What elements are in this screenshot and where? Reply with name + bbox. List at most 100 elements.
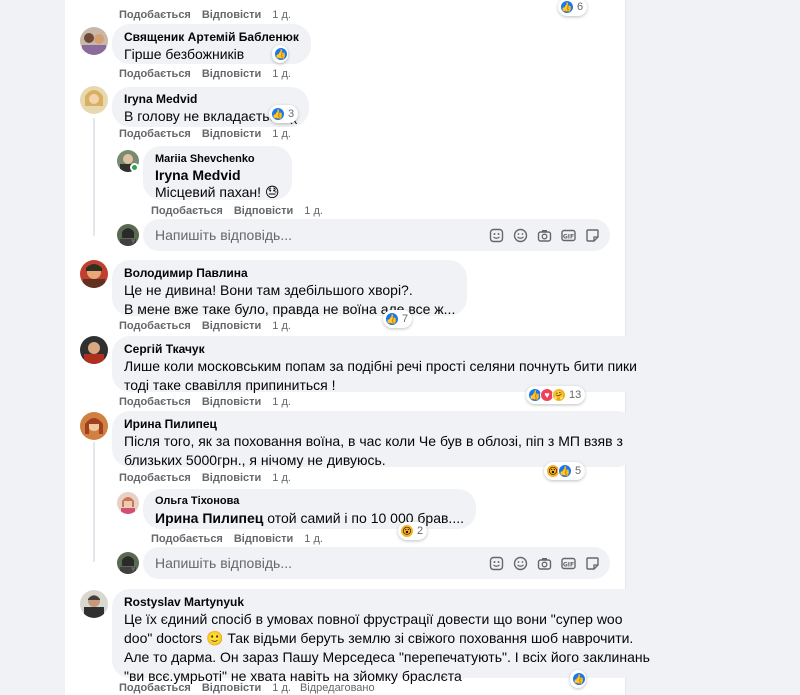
thread-line [93,118,95,236]
like-link[interactable]: Подобається [151,205,223,217]
reply-link[interactable]: Відповісти [202,320,261,332]
timestamp[interactable]: 1 д. [272,396,291,408]
avatar[interactable] [80,336,108,364]
emoji-icon[interactable] [512,227,528,243]
comment-bubble: Mariia Shevchenko Iryna Medvid Місцевий … [143,146,292,200]
avatar-sticker-icon[interactable] [488,227,504,243]
reply-link[interactable]: Відповісти [202,682,261,694]
timestamp[interactable]: 1 д. [272,9,291,21]
avatar[interactable] [80,412,108,440]
reaction-count: 3 [288,108,295,120]
camera-icon[interactable] [536,227,552,243]
svg-text:GIF: GIF [562,233,573,240]
avatar-image-icon [80,590,108,618]
reaction-summary[interactable]: 😮 2 [398,522,428,540]
reply-box[interactable]: Напишіть відповідь... GIF [143,219,610,251]
comment-text-line: doo" doctors 🙂 Так відьми беруть землю з… [124,630,634,646]
avatar-image-icon [80,27,108,55]
reaction-summary[interactable]: 👍 ♥ 🤗 13 [526,386,586,404]
care-reaction-icon: 🤗 [552,388,566,402]
reaction-summary[interactable]: 👍 7 [383,310,413,328]
like-reaction-icon: 👍 [572,672,586,686]
comment-text-line: Після того, як за поховання воїна, в час… [124,433,623,449]
reply-link[interactable]: Відповісти [202,472,261,484]
comment-text: отой самий і по 10 000 брав.... [267,510,464,526]
avatar[interactable] [80,260,108,288]
comment-bubble: Ирина Пилипец Після того, як за похованн… [112,411,635,468]
timestamp[interactable]: 1 д. [272,128,291,140]
timestamp[interactable]: 1 д. [272,68,291,80]
reply-link[interactable]: Відповісти [202,128,261,140]
comment-author[interactable]: Ирина Пилипец [124,417,623,432]
comment-text-line: Це не дивина! Вони там здебільшого хворі… [124,282,413,298]
like-link[interactable]: Подобається [119,9,191,21]
timestamp[interactable]: 1 д. [272,320,291,332]
timestamp[interactable]: 1 д. [304,533,323,545]
comment-actions: Подобається Відповісти 1 д. [119,320,302,333]
reaction-summary[interactable]: 👍 3 [269,105,299,123]
reply-link[interactable]: Відповісти [202,396,261,408]
comment-text: Місцевий пахан! 😓 [155,184,280,200]
comment-author[interactable]: Mariia Shevchenko [155,152,280,167]
comment-author[interactable]: Rostyslav Martynyuk [124,595,650,610]
avatar[interactable] [80,86,108,114]
reaction-summary[interactable]: 😮 👍 5 [544,462,586,480]
comment-bubble: Володимир Павлина Це не дивина! Вони там… [112,260,468,317]
like-link[interactable]: Подобається [119,320,191,332]
reaction-summary[interactable]: 👍 6 [558,0,588,16]
reaction-count: 13 [569,389,582,401]
comment-author[interactable]: Сергій Ткачук [124,342,637,357]
comment-actions: Подобається Відповісти 1 д. [119,128,302,141]
reply-link[interactable]: Відповісти [202,9,261,21]
avatar[interactable] [117,492,139,514]
like-link[interactable]: Подобається [119,682,191,694]
timestamp[interactable]: 1 д. [272,472,291,484]
reply-link[interactable]: Відповісти [202,68,261,80]
reaction-count: 7 [402,313,409,325]
chevron-down-icon[interactable]: ▾ [131,564,136,575]
like-link[interactable]: Подобається [119,396,191,408]
comment-mention[interactable]: Ирина Пилипец [155,510,263,526]
comment-actions: Подобається Відповісти 1 д. [119,396,302,409]
comment-author[interactable]: Священик Артемій Бабленюк [124,30,299,45]
timestamp[interactable]: 1 д. [304,205,323,217]
avatar-image-icon [80,86,108,114]
avatar[interactable] [80,27,108,55]
avatar[interactable] [80,590,108,618]
reply-input[interactable]: Напишіть відповідь... [155,555,488,571]
online-status-icon [130,163,139,172]
comment-actions: Подобається Відповісти 1 д. [119,472,302,485]
thread-line [93,442,95,562]
like-link[interactable]: Подобається [151,533,223,545]
comment-mention[interactable]: Iryna Medvid [155,167,280,184]
like-link[interactable]: Подобається [119,128,191,140]
sticker-icon[interactable] [584,555,600,571]
reply-input[interactable]: Напишіть відповідь... [155,227,488,243]
chevron-down-icon[interactable]: ▾ [131,236,136,247]
edited-label: Відредаговано [299,682,375,694]
reply-box[interactable]: Напишіть відповідь... GIF [143,547,610,579]
like-link[interactable]: Подобається [119,68,191,80]
gif-icon[interactable]: GIF [560,227,576,243]
reply-link[interactable]: Відповісти [234,533,293,545]
comment-author[interactable]: Ольга Тіхонова [155,494,464,509]
gif-icon[interactable]: GIF [560,555,576,571]
avatar-image-icon [80,412,108,440]
comment-author[interactable]: Володимир Павлина [124,266,455,281]
comment-text-line: Але то дарма. Он зараз Пашу Мерседеса "п… [124,649,650,665]
emoji-icon[interactable] [512,555,528,571]
camera-icon[interactable] [536,555,552,571]
sticker-icon[interactable] [584,227,600,243]
comment-author[interactable]: Iryna Medvid [124,92,297,107]
comment-actions: Подобається Відповісти 1 д. Відредаговано [119,682,386,695]
reaction-summary[interactable]: 👍 [272,45,288,63]
timestamp[interactable]: 1 д. [272,682,291,694]
like-reaction-icon: 👍 [271,107,285,121]
avatar-sticker-icon[interactable] [488,555,504,571]
comment-bubble: Rostyslav Martynyuk Це їх єдиний спосіб … [112,589,662,684]
comment-text-line: Лише коли московським попам за подібні р… [124,358,637,374]
like-link[interactable]: Подобається [119,472,191,484]
reaction-summary[interactable]: 👍 [570,670,586,688]
reply-link[interactable]: Відповісти [234,205,293,217]
like-reaction-icon: 👍 [274,47,288,61]
